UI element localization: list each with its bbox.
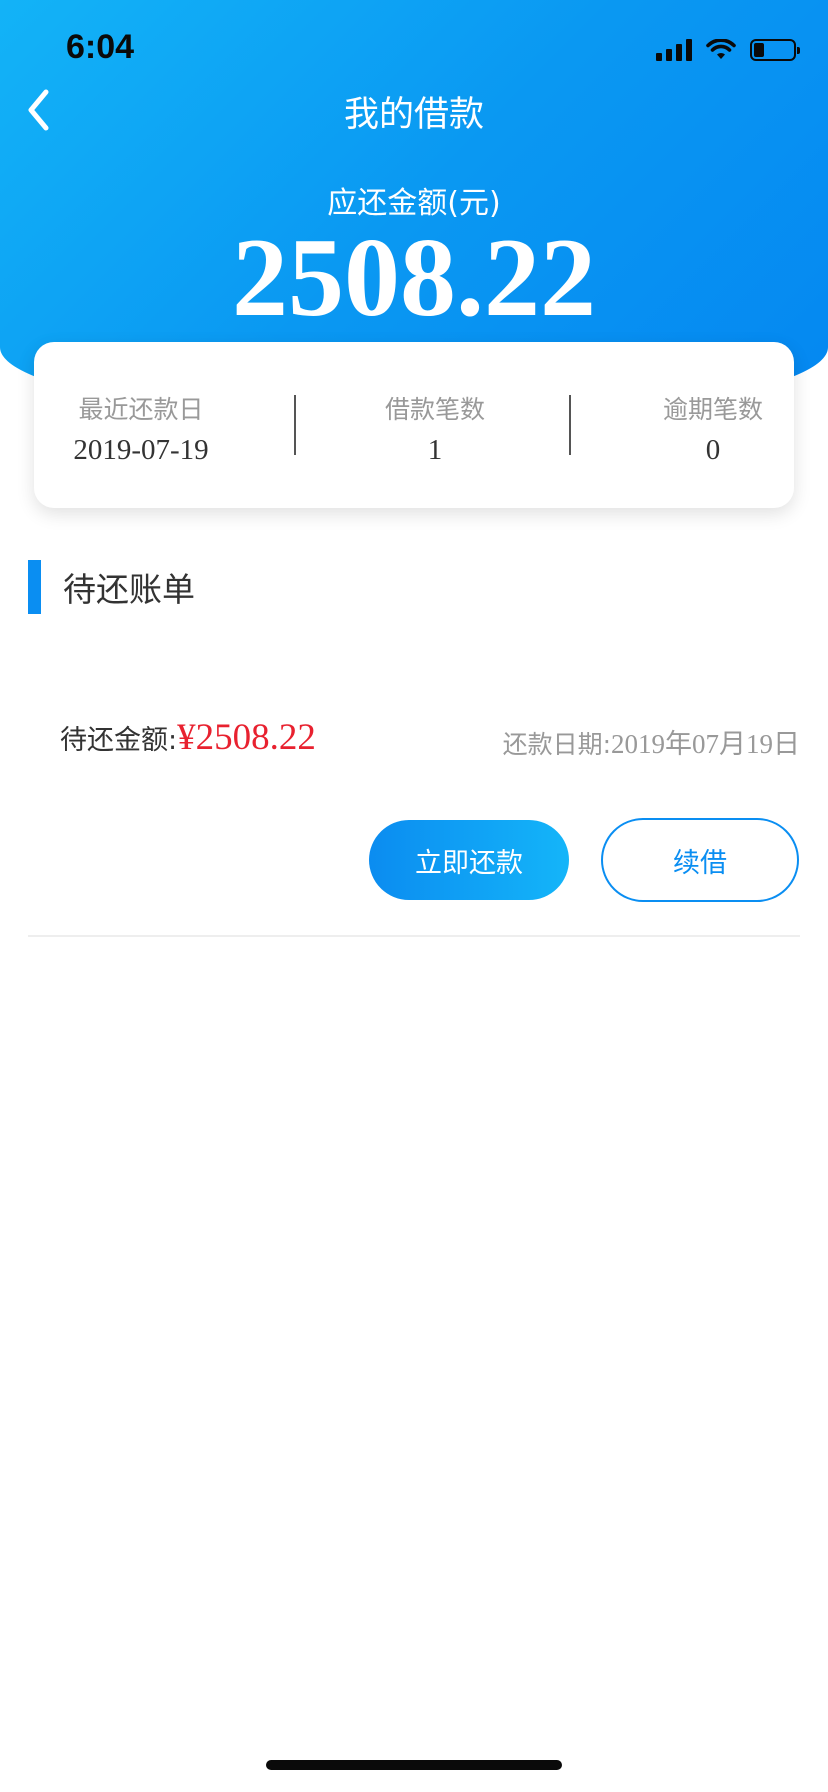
stat-label: 借款笔数 [384,395,485,424]
bill-date-value: 2019年07月19日 [611,729,800,759]
status-time: 6:04 [66,28,135,66]
due-amount: 2508.22 [232,216,596,340]
section-accent-bar [28,560,41,614]
stat-divider [294,395,296,455]
home-indicator[interactable] [266,1760,562,1770]
page-title: 我的借款 [343,95,484,135]
wifi-icon [706,39,736,59]
stat-value: 2019-07-19 [73,434,209,466]
stat-label: 最近还款日 [78,395,204,424]
bill-date-label: 还款日期: [502,730,611,759]
stat-value: 1 [427,434,443,466]
stat-value: 0 [705,434,721,466]
section-title: 待还账单 [63,570,195,609]
battery-level [754,43,764,57]
repay-now-button[interactable]: 立即还款 [369,820,569,900]
status-icons [656,36,800,64]
section-header: 待还账单 [28,560,195,614]
divider [28,935,800,937]
stat-loan-count: 借款笔数 1 [360,390,510,467]
renew-loan-button[interactable]: 续借 [601,818,799,902]
summary-card: 最近还款日 2019-07-19 借款笔数 1 逾期笔数 0 [34,342,794,508]
bill-amount-label: 待还金额: [60,725,178,756]
bill-amount: 待还金额: ¥2508.22 [60,716,316,759]
stat-divider [569,395,571,455]
bill-amount-value: ¥2508.22 [177,717,316,758]
status-bar: 6:04 [0,0,828,100]
stat-overdue-count: 逾期笔数 0 [648,390,778,467]
battery-icon [750,39,800,61]
stat-label: 逾期笔数 [662,395,763,424]
bill-repay-date: 还款日期: 2019年07月19日 [503,722,800,761]
stat-latest-repay-date: 最近还款日 2019-07-19 [66,390,216,467]
cellular-signal-icon [656,39,692,61]
